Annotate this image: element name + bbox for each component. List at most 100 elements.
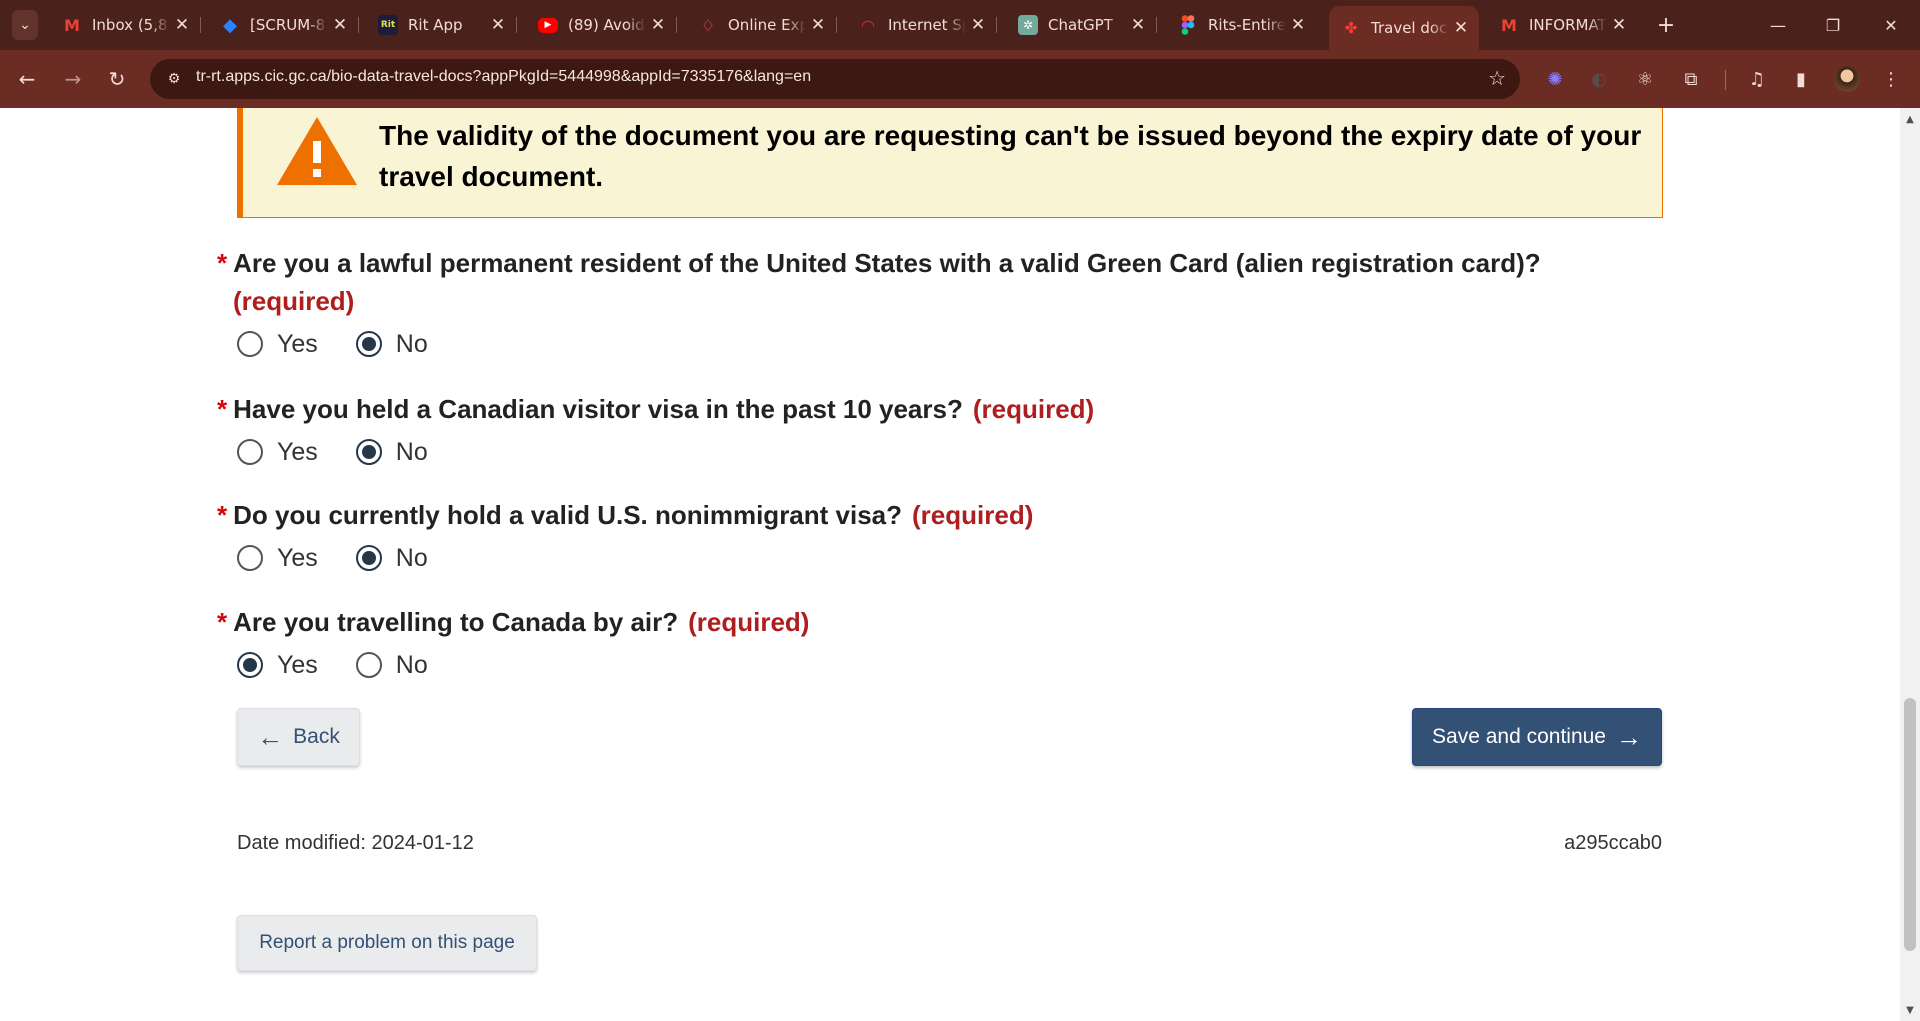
- extension-icon[interactable]: ✺: [1538, 62, 1572, 96]
- radio-option-no[interactable]: No: [355, 645, 428, 685]
- back-nav-button[interactable]: ←: [10, 62, 44, 96]
- question-label: * Do you currently hold a valid U.S. noni…: [217, 496, 1667, 534]
- side-panel-icon[interactable]: ▮: [1784, 62, 1818, 96]
- required-label: (required): [912, 500, 1034, 530]
- scrollbar-thumb[interactable]: [1904, 698, 1916, 951]
- question-text: Have you held a Canadian visitor visa in…: [233, 394, 963, 424]
- tab-search-button[interactable]: ⌄: [12, 10, 38, 40]
- close-window-button[interactable]: ✕: [1868, 0, 1914, 50]
- browser-tab[interactable]: M INFORMAT ✕: [1487, 8, 1637, 42]
- question-canadian-visa: * Have you held a Canadian visitor visa i…: [217, 390, 1667, 472]
- browser-tab[interactable]: ◠ Internet Sp ✕: [846, 8, 997, 42]
- close-icon[interactable]: ✕: [1126, 15, 1150, 35]
- browser-tab[interactable]: Rit Rit App ✕: [366, 8, 517, 42]
- radio-button-selected[interactable]: [355, 545, 382, 571]
- profile-avatar[interactable]: [1834, 66, 1860, 92]
- radio-label: Yes: [277, 543, 318, 572]
- radio-option-yes[interactable]: Yes: [237, 432, 318, 472]
- radio-button[interactable]: [355, 652, 382, 678]
- reload-icon: ↻: [108, 67, 126, 91]
- rit-icon: Rit: [378, 15, 398, 35]
- radio-option-yes[interactable]: Yes: [237, 324, 318, 364]
- close-icon[interactable]: ✕: [486, 15, 510, 35]
- close-icon[interactable]: ✕: [1449, 18, 1473, 38]
- gmail-icon: M: [1501, 15, 1517, 35]
- browser-tab[interactable]: ▶ (89) Avoid ✕: [526, 8, 677, 42]
- maple-leaf-icon: ✤: [1344, 19, 1358, 37]
- media-control-icon[interactable]: ♫: [1740, 62, 1774, 96]
- radio-label: No: [395, 329, 428, 358]
- menu-kebab-icon[interactable]: ⋮: [1874, 62, 1908, 96]
- minimize-button[interactable]: —: [1755, 0, 1801, 50]
- close-icon[interactable]: ✕: [170, 15, 194, 35]
- close-icon[interactable]: ✕: [966, 15, 990, 35]
- browser-tab[interactable]: Rits-Entire ✕: [1166, 8, 1316, 42]
- radio-button-selected[interactable]: [355, 331, 382, 357]
- scroll-down-arrow-icon[interactable]: ▼: [1900, 1001, 1920, 1019]
- warning-triangle-icon: [277, 117, 357, 185]
- tab-strip: ⌄ M Inbox (5,82 ✕ ◆ [SCRUM-8 ✕ Rit Rit A…: [0, 0, 1920, 50]
- close-icon: ✕: [1884, 15, 1898, 35]
- close-icon[interactable]: ✕: [1607, 15, 1631, 35]
- tab-title: Internet Sp: [888, 16, 966, 34]
- radio-option-yes[interactable]: Yes: [237, 645, 318, 685]
- arrow-left-icon: ←: [18, 67, 36, 91]
- chatgpt-icon: ✲: [1018, 15, 1038, 35]
- arrow-right-icon: →: [64, 67, 82, 91]
- forward-nav-button[interactable]: →: [56, 62, 90, 96]
- browser-tab[interactable]: ◆ [SCRUM-8 ✕: [208, 8, 359, 42]
- close-icon[interactable]: ✕: [646, 15, 670, 35]
- close-icon[interactable]: ✕: [1286, 15, 1310, 35]
- question-travel-by-air: * Are you travelling to Canada by air? (re…: [217, 603, 1667, 685]
- radio-group: Yes No: [237, 324, 1667, 364]
- browser-tab[interactable]: M Inbox (5,82 ✕: [50, 8, 201, 42]
- tab-separator: [516, 17, 517, 33]
- browser-tab[interactable]: ✲ ChatGPT ✕: [1006, 8, 1157, 42]
- required-label: (required): [972, 394, 1095, 424]
- site-info-icon[interactable]: ⚙: [164, 69, 184, 89]
- tab-title: ChatGPT: [1048, 16, 1113, 34]
- address-bar[interactable]: ⚙ tr-rt.apps.cic.gc.ca/bio-data-travel-d…: [150, 59, 1520, 99]
- radio-button[interactable]: [237, 331, 263, 357]
- airbnb-icon: ♢: [700, 15, 716, 35]
- radio-label: Yes: [277, 650, 318, 679]
- radio-button[interactable]: [237, 545, 263, 571]
- radio-option-no[interactable]: No: [355, 324, 428, 364]
- bookmark-star-icon[interactable]: ☆: [1488, 66, 1506, 90]
- tab-title: INFORMAT: [1529, 16, 1607, 34]
- tab-title: Online Exp: [728, 16, 806, 34]
- page-scrollbar[interactable]: ▲ ▼: [1900, 108, 1920, 1021]
- extensions-puzzle-icon[interactable]: ⧉: [1674, 62, 1708, 96]
- scroll-up-arrow-icon[interactable]: ▲: [1900, 110, 1920, 128]
- warning-alert: The validity of the document you are req…: [237, 108, 1663, 218]
- close-icon[interactable]: ✕: [328, 15, 352, 35]
- restore-button[interactable]: ❐: [1810, 0, 1856, 50]
- tab-separator: [996, 17, 997, 33]
- required-asterisk: *: [217, 394, 228, 424]
- radio-button[interactable]: [237, 439, 263, 465]
- radio-option-no[interactable]: No: [355, 538, 428, 578]
- browser-toolbar: ← → ↻ ⚙ tr-rt.apps.cic.gc.ca/bio-data-tr…: [0, 50, 1920, 108]
- report-problem-button[interactable]: Report a problem on this page: [237, 915, 537, 971]
- gmail-icon: M: [64, 15, 80, 35]
- radio-button-selected[interactable]: [237, 652, 263, 678]
- radio-option-yes[interactable]: Yes: [237, 538, 318, 578]
- extension-icon[interactable]: ◐: [1582, 62, 1616, 96]
- close-icon[interactable]: ✕: [806, 15, 830, 35]
- chevron-down-icon: ⌄: [19, 17, 31, 33]
- back-button[interactable]: ← Back: [237, 708, 360, 766]
- new-tab-button[interactable]: +: [1651, 10, 1681, 40]
- arrow-right-icon: →: [1615, 721, 1642, 752]
- reload-button[interactable]: ↻: [100, 62, 134, 96]
- radio-option-no[interactable]: No: [355, 432, 428, 472]
- radio-button-selected[interactable]: [355, 439, 382, 465]
- save-and-continue-button[interactable]: Save and continue →: [1412, 708, 1662, 766]
- browser-tab-active[interactable]: ✤ Travel doc ✕: [1329, 6, 1479, 50]
- url-text[interactable]: tr-rt.apps.cic.gc.ca/bio-data-travel-doc…: [196, 68, 811, 86]
- react-devtools-icon[interactable]: ⚛: [1628, 62, 1662, 96]
- radio-label: No: [395, 543, 428, 572]
- tab-title: Travel doc: [1371, 19, 1448, 37]
- browser-tab[interactable]: ♢ Online Exp ✕: [686, 8, 837, 42]
- alert-message: The validity of the document you are req…: [379, 120, 1642, 192]
- figma-icon: [1178, 15, 1198, 35]
